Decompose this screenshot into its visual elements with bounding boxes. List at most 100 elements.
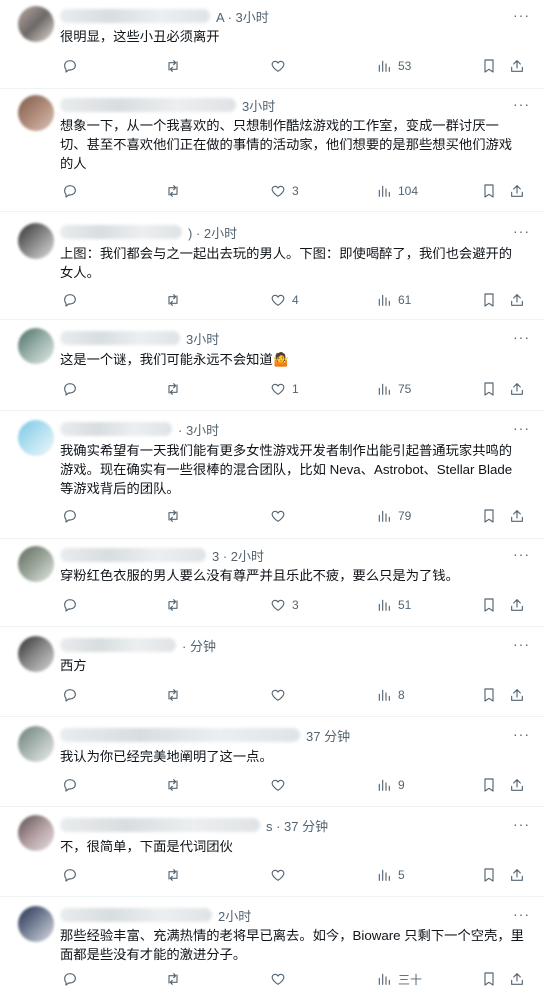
more-horizontal-icon[interactable]: ··· <box>513 816 530 832</box>
reply-item[interactable]: A · 3小时 ··· 很明显，这些小丑必须离开 53 <box>0 0 544 89</box>
repost-icon[interactable] <box>165 183 181 199</box>
share-icon[interactable] <box>509 971 525 987</box>
timestamp[interactable]: · 3小时 <box>178 420 219 439</box>
reply-icon[interactable] <box>62 777 78 793</box>
avatar[interactable] <box>18 636 54 672</box>
reply-icon[interactable] <box>62 292 78 308</box>
heart-icon[interactable]: 1 <box>270 381 299 397</box>
reply-item[interactable]: ) · 2小时 ··· 上图：我们都会与之一起出去玩的男人。下图：即使喝醉了，我… <box>0 212 544 320</box>
reply-icon[interactable] <box>62 183 78 199</box>
reply-item[interactable]: 3小时 ··· 这是一个谜，我们可能永远不会知道🤷 1 75 <box>0 320 544 411</box>
bookmark-icon[interactable] <box>481 292 497 308</box>
reply-icon[interactable] <box>62 58 78 74</box>
share-icon[interactable] <box>509 867 525 883</box>
bookmark-icon[interactable] <box>481 971 497 987</box>
more-horizontal-icon[interactable]: ··· <box>513 96 530 112</box>
timestamp[interactable]: 2小时 <box>218 906 251 925</box>
repost-icon[interactable] <box>165 867 181 883</box>
repost-icon[interactable] <box>165 58 181 74</box>
reply-item[interactable]: s · 37 分钟 ··· 不，很简单，下面是代词团伙 5 <box>0 807 544 897</box>
more-horizontal-icon[interactable]: ··· <box>513 636 530 652</box>
views-chart-icon[interactable]: 5 <box>376 867 405 883</box>
heart-icon[interactable]: 3 <box>270 183 299 199</box>
repost-icon[interactable] <box>165 777 181 793</box>
bookmark-icon[interactable] <box>481 867 497 883</box>
heart-icon[interactable]: 4 <box>270 292 299 308</box>
avatar[interactable] <box>18 546 54 582</box>
bookmark-icon[interactable] <box>481 687 497 703</box>
timestamp[interactable]: · 分钟 <box>182 636 216 655</box>
avatar[interactable] <box>18 223 54 259</box>
timestamp[interactable]: ) · 2小时 <box>188 223 237 242</box>
timestamp[interactable]: s · 37 分钟 <box>266 816 328 835</box>
more-horizontal-icon[interactable]: ··· <box>513 420 530 436</box>
author-name-redacted[interactable] <box>60 908 212 922</box>
author-name-redacted[interactable] <box>60 422 172 436</box>
repost-icon[interactable] <box>165 687 181 703</box>
avatar[interactable] <box>18 328 54 364</box>
reply-item[interactable]: · 3小时 ··· 我确实希望有一天我们能有更多女性游戏开发者制作出能引起普通玩… <box>0 411 544 539</box>
timestamp[interactable]: 3 · 2小时 <box>212 546 264 565</box>
views-chart-icon[interactable]: 104 <box>376 183 418 199</box>
share-icon[interactable] <box>509 777 525 793</box>
reply-item[interactable]: 3 · 2小时 ··· 穿粉红色衣服的男人要么没有尊严并且乐此不疲，要么只是为了… <box>0 539 544 627</box>
bookmark-icon[interactable] <box>481 183 497 199</box>
reply-item[interactable]: 3小时 ··· 想象一下，从一个我喜欢的、只想制作酷炫游戏的工作室，变成一群讨厌… <box>0 89 544 212</box>
timestamp[interactable]: 37 分钟 <box>306 726 350 745</box>
avatar[interactable] <box>18 726 54 762</box>
author-name-redacted[interactable] <box>60 728 300 742</box>
author-name-redacted[interactable] <box>60 331 180 345</box>
heart-icon[interactable] <box>270 777 292 793</box>
more-horizontal-icon[interactable]: ··· <box>513 7 530 23</box>
avatar[interactable] <box>18 420 54 456</box>
author-name-redacted[interactable] <box>60 98 236 112</box>
author-name-redacted[interactable] <box>60 548 206 562</box>
heart-icon[interactable] <box>270 58 292 74</box>
reply-icon[interactable] <box>62 508 78 524</box>
avatar[interactable] <box>18 6 54 42</box>
views-chart-icon[interactable]: 75 <box>376 381 411 397</box>
heart-icon[interactable] <box>270 687 292 703</box>
heart-icon[interactable]: 3 <box>270 597 299 613</box>
views-chart-icon[interactable]: 79 <box>376 508 411 524</box>
reply-item[interactable]: 2小时 ··· 那些经验丰富、充满热情的老将早已离去。如今，Bioware 只剩… <box>0 897 544 993</box>
reply-icon[interactable] <box>62 381 78 397</box>
views-chart-icon[interactable]: 8 <box>376 687 405 703</box>
bookmark-icon[interactable] <box>481 381 497 397</box>
more-horizontal-icon[interactable]: ··· <box>513 906 530 922</box>
avatar[interactable] <box>18 95 54 131</box>
more-horizontal-icon[interactable]: ··· <box>513 329 530 345</box>
views-chart-icon[interactable]: 53 <box>376 58 411 74</box>
repost-icon[interactable] <box>165 971 181 987</box>
reply-icon[interactable] <box>62 867 78 883</box>
reply-icon[interactable] <box>62 971 78 987</box>
share-icon[interactable] <box>509 183 525 199</box>
avatar[interactable] <box>18 906 54 942</box>
share-icon[interactable] <box>509 58 525 74</box>
repost-icon[interactable] <box>165 597 181 613</box>
repost-icon[interactable] <box>165 381 181 397</box>
reply-icon[interactable] <box>62 597 78 613</box>
reply-icon[interactable] <box>62 687 78 703</box>
heart-icon[interactable] <box>270 867 292 883</box>
timestamp[interactable]: 3小时 <box>186 329 219 348</box>
avatar[interactable] <box>18 815 54 851</box>
author-name-redacted[interactable] <box>60 818 260 832</box>
more-horizontal-icon[interactable]: ··· <box>513 546 530 562</box>
bookmark-icon[interactable] <box>481 597 497 613</box>
timestamp[interactable]: 3小时 <box>242 96 275 115</box>
author-name-redacted[interactable] <box>60 9 210 23</box>
share-icon[interactable] <box>509 292 525 308</box>
more-horizontal-icon[interactable]: ··· <box>513 223 530 239</box>
timestamp[interactable]: A · 3小时 <box>216 7 269 26</box>
share-icon[interactable] <box>509 597 525 613</box>
repost-icon[interactable] <box>165 292 181 308</box>
bookmark-icon[interactable] <box>481 508 497 524</box>
share-icon[interactable] <box>509 381 525 397</box>
heart-icon[interactable] <box>270 971 292 987</box>
share-icon[interactable] <box>509 508 525 524</box>
author-name-redacted[interactable] <box>60 225 182 239</box>
author-name-redacted[interactable] <box>60 638 176 652</box>
views-chart-icon[interactable]: 61 <box>376 292 411 308</box>
heart-icon[interactable] <box>270 508 292 524</box>
